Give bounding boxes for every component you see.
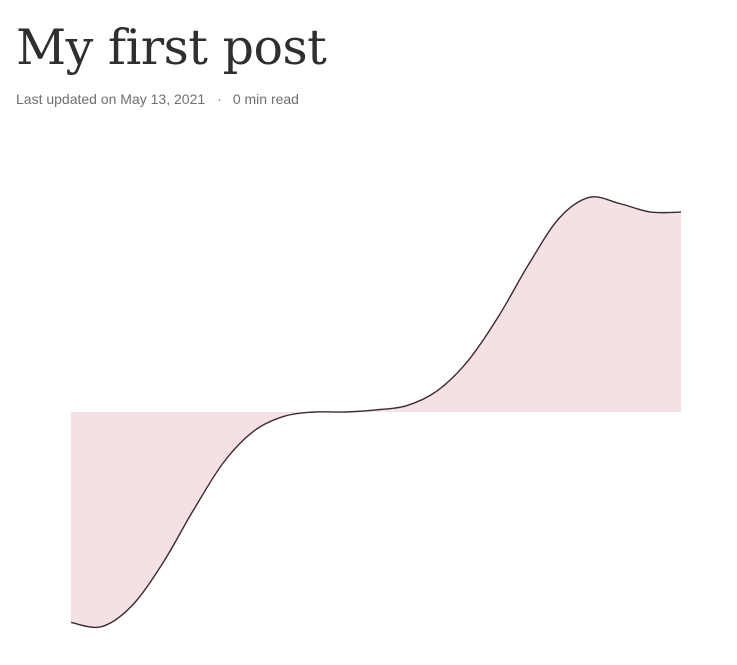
post-page: My first post Last updated on May 13, 20… [0,0,737,665]
area-chart [70,196,682,629]
chart-container [0,0,737,665]
